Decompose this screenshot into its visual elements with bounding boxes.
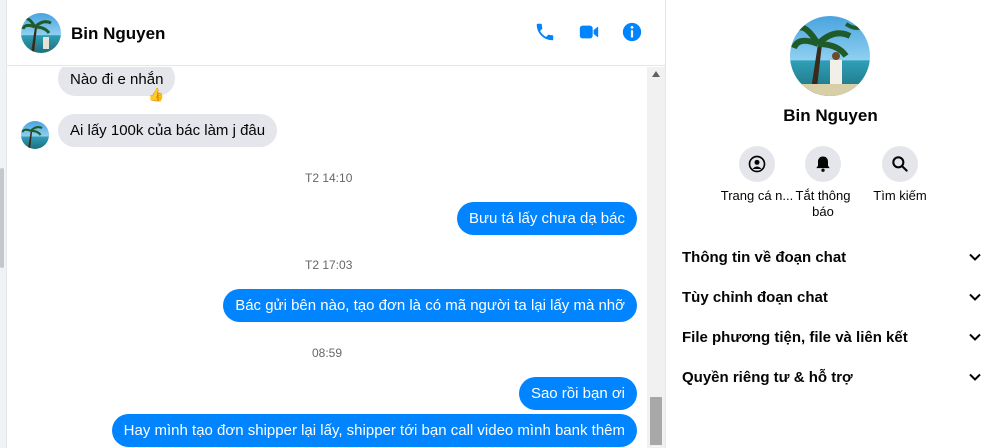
section-privacy-support[interactable]: Quyền riêng tư & hỗ trợ bbox=[674, 359, 990, 395]
scroll-up-arrow-icon[interactable] bbox=[652, 71, 660, 77]
chevron-down-icon bbox=[969, 373, 981, 381]
message-outgoing[interactable]: Bưu tá lấy chưa dạ bác bbox=[456, 202, 637, 235]
chevron-down-icon bbox=[969, 333, 981, 341]
profile-name: Bin Nguyen bbox=[783, 106, 878, 125]
section-title: Quyền riêng tư & hỗ trợ bbox=[682, 368, 853, 386]
contact-name[interactable]: Bin Nguyen bbox=[71, 24, 165, 44]
profile-button[interactable]: Trang cá n... bbox=[717, 146, 797, 204]
section-media-files-links[interactable]: File phương tiện, file và liên kết bbox=[674, 319, 990, 355]
search-label: Tìm kiếm bbox=[873, 188, 927, 203]
search-button[interactable]: Tìm kiếm bbox=[860, 146, 940, 204]
search-icon bbox=[882, 146, 918, 182]
left-scrollbar-thumb[interactable] bbox=[0, 168, 4, 268]
chat-panel: Bin Nguyen Nào đi e nhắn 👍 Ai lấy 100k c… bbox=[6, 0, 665, 448]
profile-icon bbox=[739, 146, 775, 182]
avatar[interactable] bbox=[21, 121, 49, 149]
message-outgoing[interactable]: Bác gửi bên nào, tạo đơn là có mã người … bbox=[223, 289, 637, 322]
message-incoming[interactable]: Ai lấy 100k của bác làm j đâu bbox=[58, 114, 278, 147]
chevron-down-icon bbox=[969, 253, 981, 261]
info-icon[interactable] bbox=[620, 20, 644, 44]
mute-button[interactable]: Tắt thông báo bbox=[788, 146, 858, 220]
section-title: Tùy chỉnh đoạn chat bbox=[682, 288, 828, 306]
profile-label: Trang cá n... bbox=[720, 188, 794, 203]
message-outgoing[interactable]: Hay mình tạo đơn shipper lại lấy, shippe… bbox=[111, 414, 637, 447]
section-title: File phương tiện, file và liên kết bbox=[682, 328, 908, 346]
message-outgoing[interactable]: Sao rồi bạn ơi bbox=[518, 377, 637, 410]
timestamp: T2 17:03 bbox=[305, 258, 353, 272]
like-reaction-icon[interactable]: 👍 bbox=[148, 87, 164, 103]
video-camera-icon[interactable] bbox=[577, 20, 601, 44]
message-list: Nào đi e nhắn 👍 Ai lấy 100k của bác làm … bbox=[7, 67, 647, 448]
scrollbar-thumb[interactable] bbox=[650, 397, 662, 445]
mute-label: Tắt thông báo bbox=[795, 188, 851, 219]
phone-icon[interactable] bbox=[533, 20, 557, 44]
section-chat-info[interactable]: Thông tin về đoạn chat bbox=[674, 239, 990, 275]
profile-avatar[interactable] bbox=[790, 16, 870, 96]
timestamp: T2 14:10 bbox=[305, 171, 353, 185]
bell-icon bbox=[805, 146, 841, 182]
avatar[interactable] bbox=[21, 13, 61, 53]
chat-header: Bin Nguyen bbox=[7, 0, 665, 66]
section-customize-chat[interactable]: Tùy chỉnh đoạn chat bbox=[674, 279, 990, 315]
chevron-down-icon bbox=[969, 293, 981, 301]
section-title: Thông tin về đoạn chat bbox=[682, 248, 847, 266]
message-scrollbar[interactable] bbox=[647, 67, 665, 448]
timestamp: 08:59 bbox=[312, 346, 343, 360]
conversation-info-panel: Bin Nguyen Trang cá n... Tắt thông báo T… bbox=[665, 0, 1002, 448]
